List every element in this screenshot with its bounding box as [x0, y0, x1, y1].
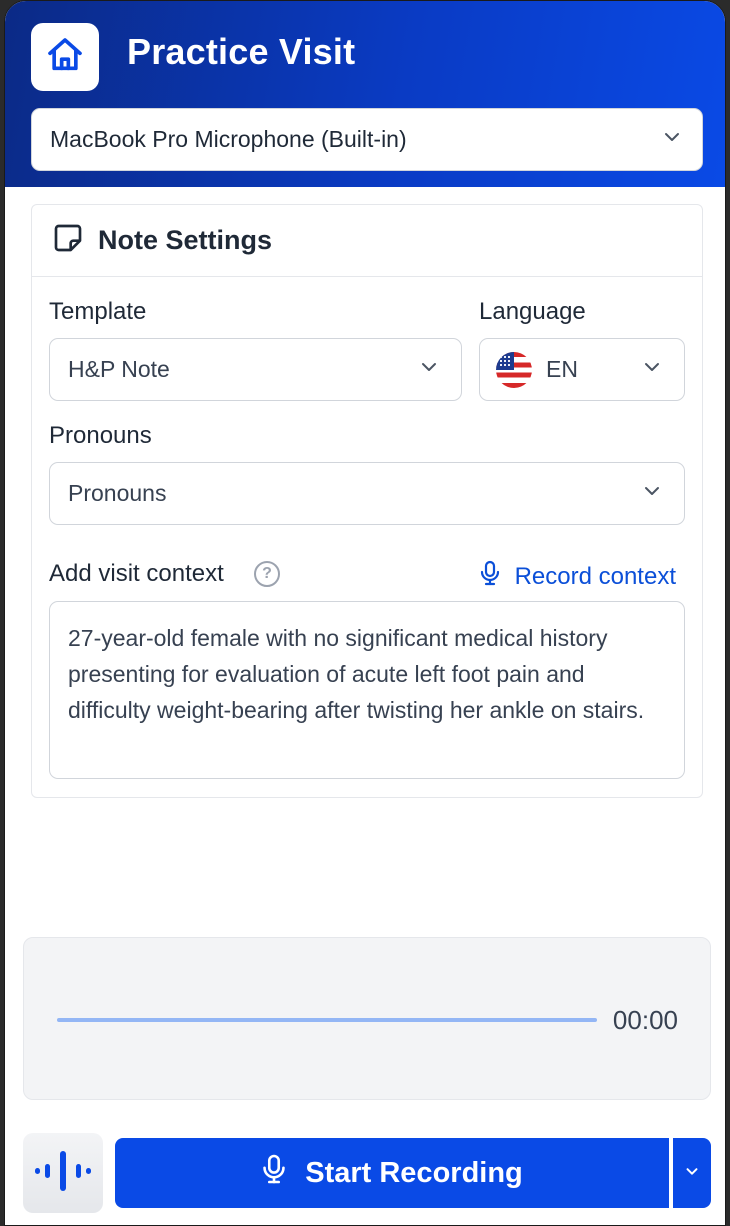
template-select-value: H&P Note — [68, 356, 170, 382]
start-recording-button[interactable]: Start Recording — [115, 1138, 669, 1208]
home-button[interactable] — [31, 23, 99, 91]
chevron-down-icon — [662, 127, 682, 152]
note-icon — [52, 222, 84, 259]
pronouns-label: Pronouns — [49, 422, 152, 449]
record-context-label: Record context — [514, 562, 676, 590]
template-select[interactable]: H&P Note — [49, 338, 462, 401]
language-select-value: EN — [546, 356, 578, 382]
language-label: Language — [479, 298, 586, 325]
microphone-icon — [261, 1153, 287, 1193]
audio-level-track — [57, 1018, 597, 1022]
microphone-icon — [479, 560, 501, 593]
waveform-icon — [35, 1150, 91, 1196]
record-context-button[interactable]: Record context — [479, 560, 676, 593]
page-title: Practice Visit — [127, 31, 356, 72]
recorder-panel: 00:00 — [23, 937, 711, 1100]
recording-options-button[interactable] — [671, 1138, 711, 1208]
home-icon — [45, 35, 85, 80]
help-icon[interactable]: ? — [254, 561, 280, 587]
note-settings-header[interactable]: Note Settings — [32, 205, 702, 277]
pronouns-select[interactable]: Pronouns — [49, 462, 685, 525]
pronouns-select-value: Pronouns — [68, 480, 167, 506]
audio-waveform-button[interactable] — [23, 1133, 103, 1213]
visit-context-textarea[interactable]: 27-year-old female with no significant m… — [49, 601, 685, 779]
us-flag-icon — [496, 351, 532, 388]
note-settings-title: Note Settings — [98, 225, 273, 255]
chevron-down-icon — [419, 357, 439, 382]
chevron-down-icon — [683, 1162, 701, 1185]
microphone-select-value: MacBook Pro Microphone (Built-in) — [50, 126, 407, 152]
microphone-select[interactable]: MacBook Pro Microphone (Built-in) — [31, 108, 703, 171]
chevron-down-icon — [642, 357, 662, 382]
template-label: Template — [49, 298, 147, 325]
start-recording-label: Start Recording — [305, 1156, 523, 1189]
recording-timer: 00:00 — [612, 1005, 678, 1035]
language-select-content: EN — [496, 351, 578, 388]
note-settings-card: Note Settings Template H&P Note Language… — [31, 204, 703, 798]
language-select[interactable]: EN — [479, 338, 685, 401]
visit-context-label: Add visit context — [49, 560, 224, 587]
app-window: Practice Visit MacBook Pro Microphone (B… — [4, 0, 726, 1226]
chevron-down-icon — [642, 481, 662, 506]
header: Practice Visit MacBook Pro Microphone (B… — [5, 1, 725, 187]
